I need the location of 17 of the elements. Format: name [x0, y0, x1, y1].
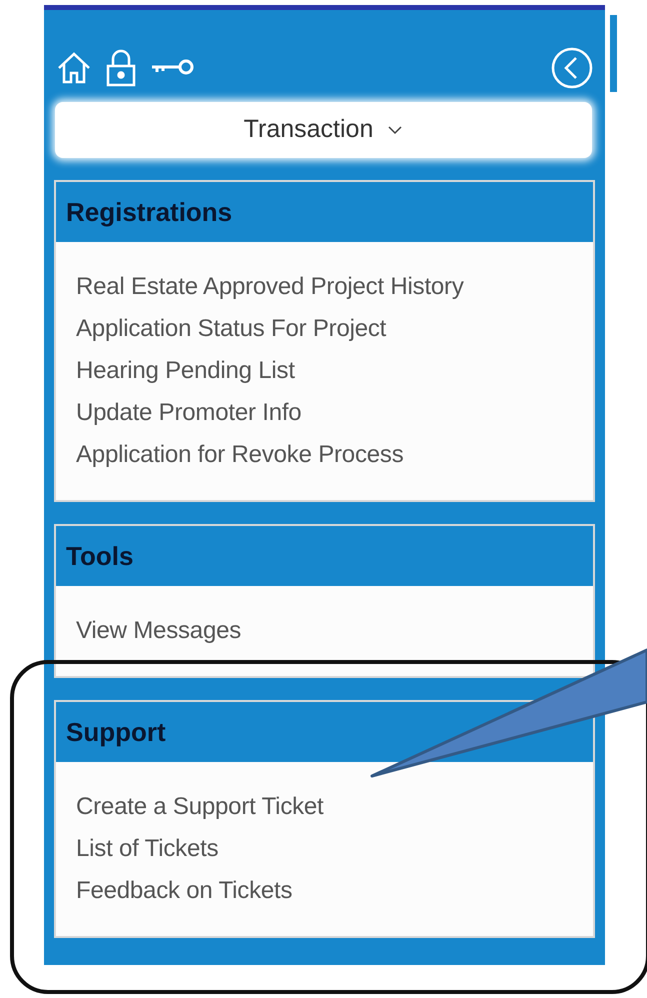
menu-link[interactable]: Update Promoter Info — [76, 392, 302, 434]
menu-link[interactable]: Application Status For Project — [76, 308, 386, 350]
menu-link[interactable]: Create a Support Ticket — [76, 786, 324, 828]
back-icon[interactable] — [551, 47, 593, 89]
transaction-dropdown[interactable]: Transaction — [55, 102, 592, 158]
lock-icon[interactable] — [106, 49, 136, 87]
menu-link[interactable]: List of Tickets — [76, 828, 218, 870]
scrollbar-thumb[interactable] — [610, 15, 617, 92]
menu-link[interactable]: Feedback on Tickets — [76, 870, 292, 912]
menu-link[interactable]: View Messages — [76, 610, 242, 652]
section-header: Tools — [56, 526, 593, 586]
menu-link[interactable]: Real Estate Approved Project History — [76, 266, 464, 308]
home-icon[interactable] — [56, 50, 92, 86]
section-header: Registrations — [56, 182, 593, 242]
menu-link[interactable]: Application for Revoke Process — [76, 434, 404, 476]
chevron-icon — [387, 125, 404, 135]
menu-link[interactable]: Hearing Pending List — [76, 350, 295, 392]
